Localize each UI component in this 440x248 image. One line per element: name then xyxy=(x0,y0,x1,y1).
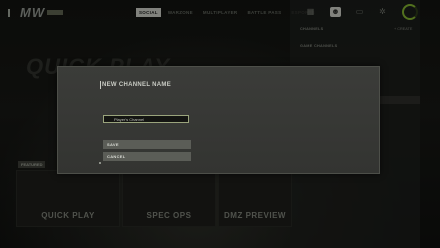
channel-name-input[interactable]: Player's Channel xyxy=(103,115,189,123)
cancel-button[interactable]: CANCEL xyxy=(103,152,191,161)
dialog-title: NEW CHANNEL NAME xyxy=(102,82,172,88)
new-channel-dialog: NEW CHANNEL NAME Player's Channel SAVE C… xyxy=(57,66,380,174)
title-accent xyxy=(100,81,101,89)
save-button[interactable]: SAVE xyxy=(103,140,191,149)
cursor-marker xyxy=(99,162,101,164)
